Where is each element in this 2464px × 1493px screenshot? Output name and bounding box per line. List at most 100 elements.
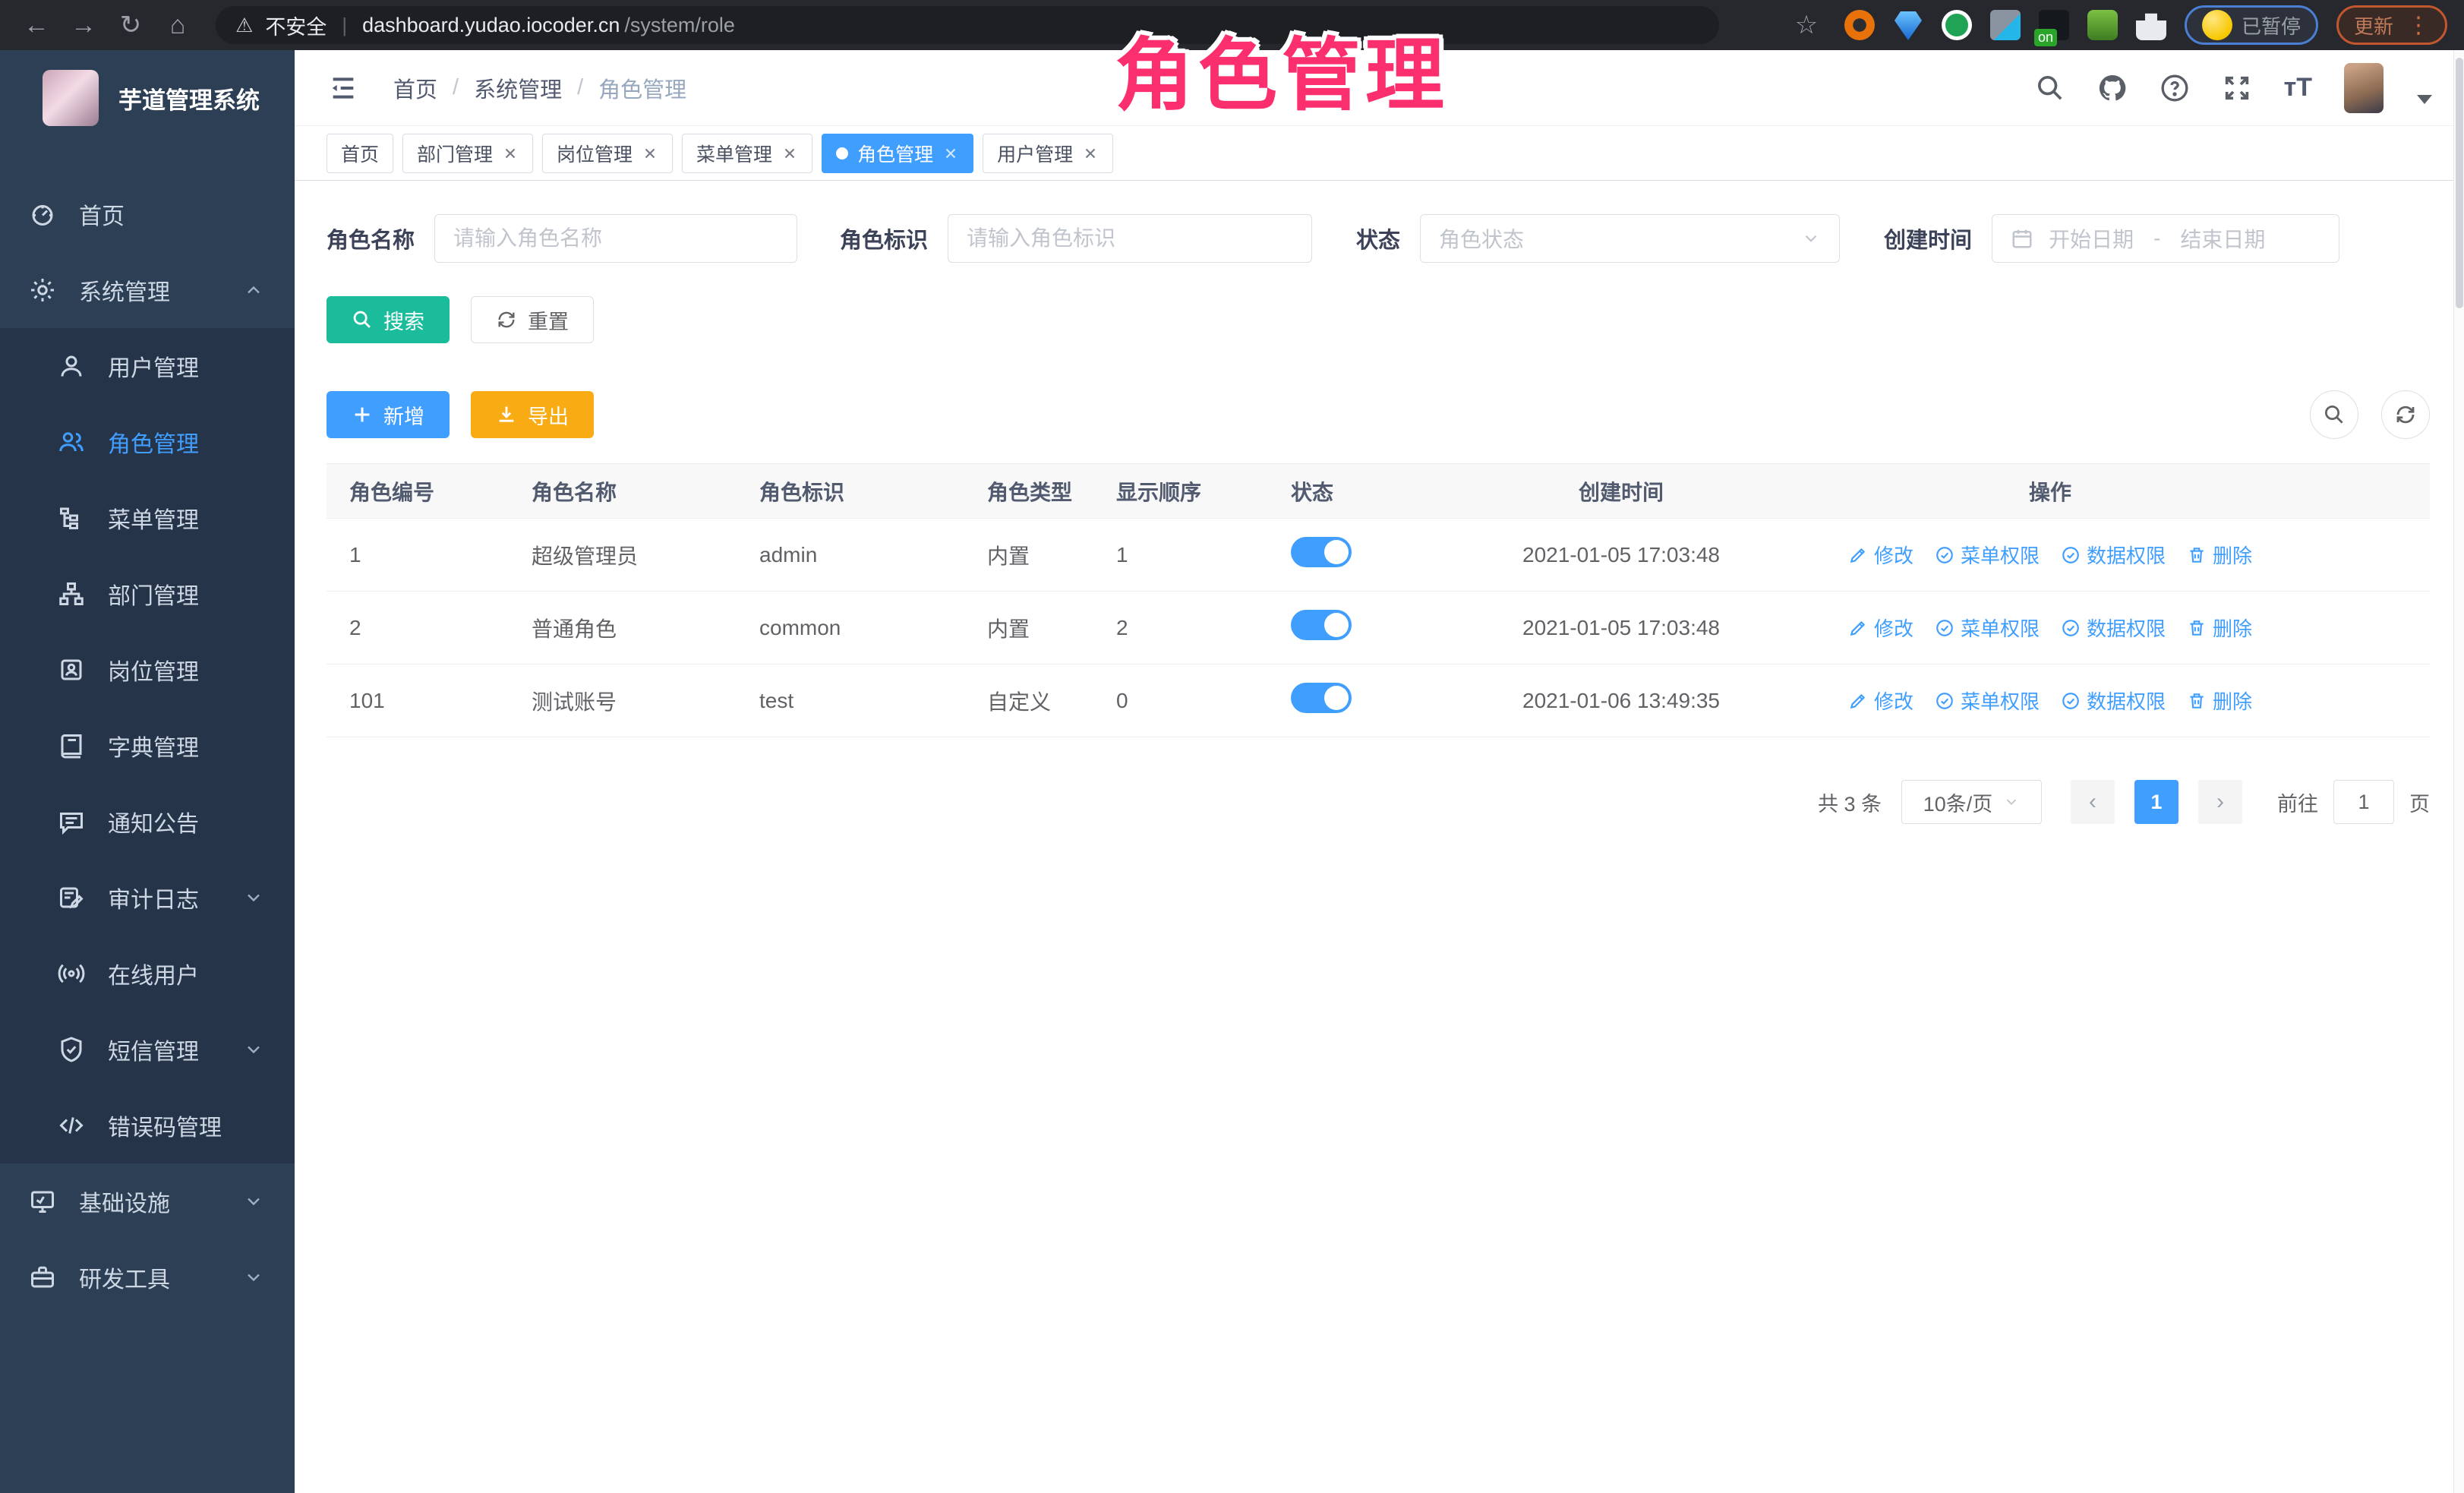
data-permission-link[interactable]: 数据权限 <box>2061 687 2166 715</box>
toggle-knob <box>1324 540 1349 564</box>
sidebar-item-label: 错误码管理 <box>108 1109 222 1142</box>
tab-roles-active[interactable]: 角色管理 <box>822 134 973 173</box>
home-icon[interactable]: ⌂ <box>158 5 197 45</box>
tab-close-icon[interactable] <box>1082 145 1099 162</box>
tab-close-icon[interactable] <box>781 145 798 162</box>
export-button[interactable]: 导出 <box>471 391 594 438</box>
font-size-icon[interactable]: ᴛT <box>2284 73 2312 103</box>
forward-icon[interactable]: → <box>64 5 103 45</box>
profile-paused-pill[interactable]: 已暂停 <box>2185 5 2318 45</box>
edit-link[interactable]: 修改 <box>1848 687 1913 715</box>
avatar[interactable] <box>2344 63 2384 113</box>
scrollbar-thumb[interactable] <box>2456 58 2463 308</box>
date-range-picker[interactable]: 开始日期 - 结束日期 <box>1992 214 2339 263</box>
role-name-input[interactable] <box>453 226 778 251</box>
browser-update-button[interactable]: 更新 ⋮ <box>2336 5 2447 45</box>
menu-permission-link[interactable]: 菜单权限 <box>1935 541 2040 569</box>
status-toggle-on[interactable] <box>1291 537 1352 567</box>
delete-link[interactable]: 删除 <box>2187 614 2252 642</box>
tab-close-icon[interactable] <box>502 145 519 162</box>
sidebar-item-label: 基础设施 <box>79 1185 170 1218</box>
sidebar-item-dict[interactable]: 字典管理 <box>0 708 295 784</box>
check-circle-icon <box>2061 691 2081 711</box>
sidebar-item-roles[interactable]: 角色管理 <box>0 404 295 480</box>
reset-button[interactable]: 重置 <box>471 296 594 343</box>
data-permission-link[interactable]: 数据权限 <box>2061 541 2166 569</box>
delete-link[interactable]: 删除 <box>2187 687 2252 715</box>
next-page-button[interactable]: › <box>2198 780 2242 824</box>
sidebar-item-dev-tools[interactable]: 研发工具 <box>0 1239 295 1315</box>
tab-close-icon[interactable] <box>642 145 658 162</box>
extension-grid-icon[interactable] <box>1990 10 2021 40</box>
tab-departments[interactable]: 部门管理 <box>402 134 533 173</box>
page-size-select[interactable]: 10条/页 <box>1901 780 2042 824</box>
extension-terminal-icon[interactable]: on <box>2039 10 2069 40</box>
toggle-search-button[interactable] <box>2310 390 2358 439</box>
security-label[interactable]: 不安全 <box>265 11 327 40</box>
reload-icon[interactable]: ↻ <box>111 5 150 45</box>
github-icon[interactable] <box>2097 73 2128 103</box>
tab-menus[interactable]: 菜单管理 <box>682 134 812 173</box>
extension-green-check-icon[interactable] <box>1942 10 1972 40</box>
sidebar-item-audit-log[interactable]: 审计日志 <box>0 860 295 936</box>
edit-link[interactable]: 修改 <box>1848 614 1913 642</box>
current-page-button[interactable]: 1 <box>2134 780 2178 824</box>
chevron-up-icon <box>243 279 264 301</box>
address-bar[interactable]: ⚠ 不安全 | dashboard.yudao.iocoder.cn/syste… <box>216 6 1719 44</box>
data-permission-link[interactable]: 数据权限 <box>2061 614 2166 642</box>
page-scrollbar[interactable] <box>2453 50 2464 1493</box>
sidebar-item-error-codes[interactable]: 错误码管理 <box>0 1087 295 1163</box>
tab-close-icon[interactable] <box>942 145 959 162</box>
url-host[interactable]: dashboard.yudao.iocoder.cn <box>362 14 620 37</box>
puzzle-icon[interactable] <box>2136 10 2166 40</box>
bookmark-star-icon[interactable]: ☆ <box>1787 5 1826 45</box>
menu-permission-link[interactable]: 菜单权限 <box>1935 614 2040 642</box>
extension-orange-icon[interactable] <box>1844 10 1875 40</box>
add-button[interactable]: 新增 <box>327 391 450 438</box>
sidebar-item-infra[interactable]: 基础设施 <box>0 1163 295 1239</box>
status-toggle-on[interactable] <box>1291 610 1352 640</box>
breadcrumb-system[interactable]: 系统管理 <box>474 72 562 104</box>
delete-link[interactable]: 删除 <box>2187 541 2252 569</box>
tab-posts[interactable]: 岗位管理 <box>542 134 673 173</box>
sidebar-item-home[interactable]: 首页 <box>0 176 295 252</box>
cell-sort: 1 <box>1093 519 1253 592</box>
sidebar-item-users[interactable]: 用户管理 <box>0 328 295 404</box>
url-path[interactable]: /system/role <box>624 14 735 37</box>
tab-home[interactable]: 首页 <box>327 134 393 173</box>
browser-menu-icon[interactable]: ⋮ <box>2407 12 2430 39</box>
sidebar-item-posts[interactable]: 岗位管理 <box>0 632 295 708</box>
col-spacer <box>2255 464 2430 519</box>
goto-page-input[interactable] <box>2333 780 2394 824</box>
menu-permission-link[interactable]: 菜单权限 <box>1935 687 2040 715</box>
help-icon[interactable] <box>2160 73 2190 103</box>
search-button[interactable]: 搜索 <box>327 296 450 343</box>
status-toggle-on[interactable] <box>1291 683 1352 713</box>
extension-pin-icon[interactable] <box>1893 10 1923 40</box>
app-logo-row[interactable]: 芋道管理系统 <box>0 50 295 149</box>
sidebar-item-sms[interactable]: 短信管理 <box>0 1012 295 1087</box>
caret-down-icon[interactable] <box>2417 95 2432 104</box>
fullscreen-icon[interactable] <box>2222 73 2252 103</box>
sidebar-item-online-users[interactable]: 在线用户 <box>0 936 295 1012</box>
edit-link[interactable]: 修改 <box>1848 541 1913 569</box>
role-key-input[interactable] <box>967 226 1293 251</box>
sidebar-item-departments[interactable]: 部门管理 <box>0 556 295 632</box>
prev-page-button[interactable]: ‹ <box>2071 780 2115 824</box>
sidebar-item-menus[interactable]: 菜单管理 <box>0 480 295 556</box>
end-date-placeholder[interactable]: 结束日期 <box>2180 223 2265 254</box>
sidebar-item-system[interactable]: 系统管理 <box>0 252 295 328</box>
start-date-placeholder[interactable]: 开始日期 <box>2049 223 2134 254</box>
search-icon[interactable] <box>2035 73 2065 103</box>
sidebar-item-notice[interactable]: 通知公告 <box>0 784 295 860</box>
refresh-table-button[interactable] <box>2381 390 2430 439</box>
check-circle-icon <box>2061 618 2081 638</box>
status-select[interactable]: 角色状态 <box>1420 214 1840 263</box>
extension-avatar-green-icon[interactable] <box>2087 10 2118 40</box>
back-icon[interactable]: ← <box>17 5 56 45</box>
plus-icon <box>352 404 373 425</box>
tab-users[interactable]: 用户管理 <box>983 134 1113 173</box>
breadcrumb-home[interactable]: 首页 <box>393 72 437 104</box>
sidebar-collapse-icon[interactable] <box>327 73 360 103</box>
cell-role-type: 自定义 <box>964 664 1093 737</box>
